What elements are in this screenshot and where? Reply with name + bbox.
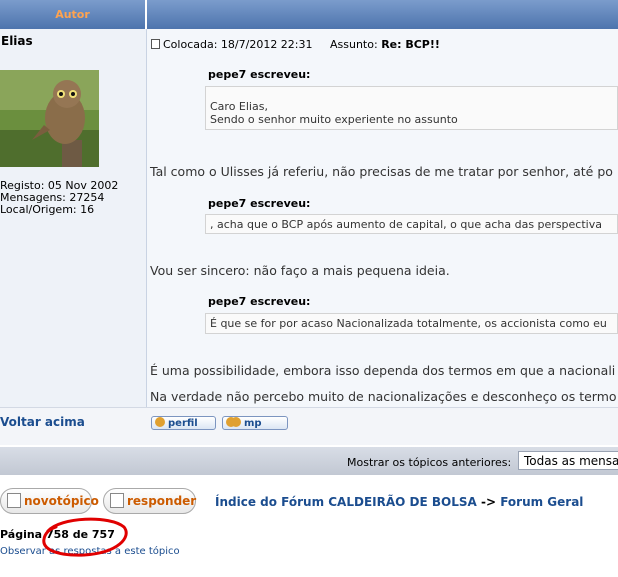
author-column-header: Autor (0, 0, 146, 29)
quote-line: Caro Elias, (210, 100, 268, 113)
quote-box: , acha que o BCP após aumento de capital… (205, 214, 618, 234)
profile-button-label: perfil (168, 418, 198, 429)
quote-box: Caro Elias, Sendo o senhor muito experie… (205, 86, 618, 130)
new-topic-button[interactable]: novotópico (0, 488, 99, 514)
topic-filter-select[interactable]: Todas as mensa (518, 451, 618, 470)
private-message-button[interactable]: mp (222, 416, 288, 430)
filter-label: Mostrar os tópicos anteriores: (347, 456, 512, 469)
forum-index-link[interactable]: Índice do Fórum CALDEIRÃO DE BOLSA (215, 495, 477, 509)
author-name[interactable]: Elias (1, 34, 33, 48)
quote-line: Sendo o senhor muito experiente no assun… (210, 113, 458, 126)
subject-value: Re: BCP!! (381, 38, 440, 51)
users-icon-second (231, 417, 241, 427)
quote-line: É que se for por acaso Nacionalizada tot… (210, 317, 607, 330)
author-column-title: Autor (55, 8, 90, 21)
post-actions-row (0, 407, 618, 445)
post-paragraph: Tal como o Ulisses já referiu, não preci… (150, 164, 613, 179)
pagination-label: Página (0, 528, 43, 541)
forum-geral-link[interactable]: Forum Geral (500, 495, 583, 509)
pencil-icon (110, 493, 124, 508)
user-icon (155, 417, 165, 427)
post-paragraph: É uma possibilidade, embora isso dependa… (150, 363, 616, 378)
profile-button[interactable]: perfil (151, 416, 216, 430)
subject-label: Assunto: (330, 38, 378, 51)
quote-author: pepe7 escreveu: (208, 197, 311, 210)
owl-avatar-image (0, 70, 99, 167)
post-paragraph: Na verdade não percebo muito de nacional… (150, 389, 617, 404)
red-annotation-circle (42, 517, 128, 557)
post-meta: Colocada: 18/7/2012 22:31 Assunto: Re: B… (151, 38, 440, 51)
post-document-icon[interactable] (151, 39, 160, 49)
new-topic-label: novotópico (24, 494, 99, 508)
post-paragraph: Vou ser sincero: não faço a mais pequena… (150, 263, 450, 278)
breadcrumb-separator: -> (480, 495, 497, 509)
new-document-icon (7, 493, 21, 508)
quote-box: É que se for por acaso Nacionalizada tot… (205, 313, 618, 334)
back-to-top-link[interactable]: Voltar acima (0, 415, 85, 429)
quote-author: pepe7 escreveu: (208, 68, 311, 81)
post-date: Colocada: 18/7/2012 22:31 (163, 38, 313, 51)
quote-line: , acha que o BCP após aumento de capital… (210, 218, 602, 231)
pm-button-label: mp (244, 418, 262, 429)
reply-button[interactable]: responder (103, 488, 196, 514)
quote-author: pepe7 escreveu: (208, 295, 311, 308)
reply-label: responder (127, 494, 197, 508)
breadcrumb: Índice do Fórum CALDEIRÃO DE BOLSA -> Fo… (215, 495, 583, 509)
author-local: Local/Origem: 16 (0, 203, 95, 216)
message-column-header (147, 0, 618, 29)
